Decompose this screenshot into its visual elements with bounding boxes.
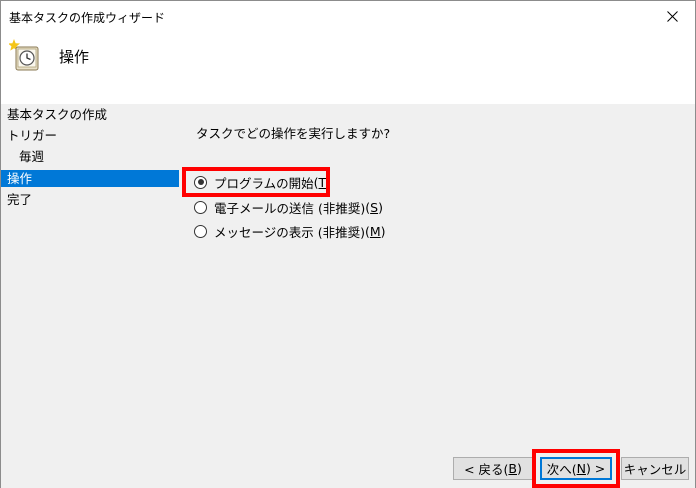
action-question: タスクでどの操作を実行しますか?: [196, 126, 391, 141]
option-start-program[interactable]: プログラムの開始(T): [194, 172, 331, 192]
page-title: 操作: [59, 48, 90, 66]
next-button[interactable]: 次へ(N) >: [540, 457, 612, 480]
wizard-header: 操作: [1, 32, 695, 104]
cancel-button[interactable]: キャンセル: [621, 457, 689, 480]
step-weekly[interactable]: 毎週: [1, 148, 179, 165]
window-title: 基本タスクの作成ウィザード: [9, 11, 166, 25]
radio-send-email[interactable]: [194, 200, 207, 214]
step-create-basic-task[interactable]: 基本タスクの作成: [1, 106, 179, 123]
step-action[interactable]: 操作: [1, 170, 179, 187]
option-send-email-label: 電子メールの送信 (非推奨): [214, 200, 366, 216]
step-trigger[interactable]: トリガー: [1, 127, 179, 144]
close-icon: [666, 11, 678, 22]
back-button[interactable]: < 戻る(B): [453, 457, 533, 480]
option-display-message[interactable]: メッセージの表示 (非推奨)(M): [194, 221, 386, 241]
radio-start-program[interactable]: [194, 175, 207, 189]
close-button[interactable]: [649, 1, 695, 32]
wizard-window: 基本タスクの作成ウィザード 操作 基本タスクの作成 トリガー 毎週 操作 完了 …: [0, 0, 696, 488]
option-start-program-label: プログラムの開始: [214, 175, 314, 191]
wizard-body: 基本タスクの作成 トリガー 毎週 操作 完了 タスクでどの操作を実行しますか? …: [1, 104, 695, 488]
option-display-message-label: メッセージの表示 (非推奨): [214, 224, 365, 240]
radio-display-message[interactable]: [194, 224, 207, 238]
option-start-program-key: T: [318, 174, 327, 190]
title-bar: 基本タスクの作成ウィザード: [1, 1, 695, 32]
option-display-message-key: M: [369, 223, 381, 239]
task-scheduler-icon: [9, 39, 39, 71]
option-send-email[interactable]: 電子メールの送信 (非推奨)(S): [194, 197, 383, 217]
step-finish[interactable]: 完了: [1, 191, 179, 208]
wizard-steps: 基本タスクの作成 トリガー 毎週 操作 完了: [1, 104, 179, 488]
option-send-email-key: S: [370, 199, 379, 215]
